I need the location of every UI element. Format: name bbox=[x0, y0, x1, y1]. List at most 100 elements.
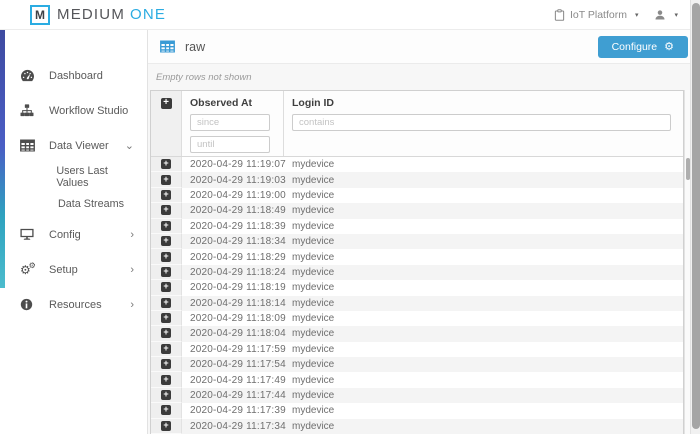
plus-icon: + bbox=[161, 421, 171, 431]
header-right: IoT Platform ▾ ▾ bbox=[554, 9, 678, 21]
observed-at-cell: 2020-04-29 11:19:03 bbox=[182, 175, 284, 186]
sidebar-item-dashboard[interactable]: Dashboard bbox=[0, 58, 147, 93]
login-id-cell: mydevice bbox=[284, 221, 683, 232]
expand-all-button[interactable]: + bbox=[151, 91, 182, 156]
observed-at-column-header: Observed At bbox=[182, 91, 284, 156]
expand-row-button[interactable]: + bbox=[151, 311, 182, 326]
sidebar-item-label: Data Viewer bbox=[49, 140, 109, 152]
expand-row-button[interactable]: + bbox=[151, 296, 182, 311]
brand-wordmark: MEDIUM ONE bbox=[57, 6, 166, 23]
login-id-cell: mydevice bbox=[284, 175, 683, 186]
expand-row-button[interactable]: + bbox=[151, 234, 182, 249]
window-scrollbar-track bbox=[690, 0, 700, 434]
expand-row-button[interactable]: + bbox=[151, 172, 182, 187]
since-filter-input[interactable] bbox=[190, 114, 270, 131]
expand-row-button[interactable]: + bbox=[151, 326, 182, 341]
sidebar-item-data-viewer[interactable]: Data Viewer ⌄ bbox=[0, 128, 147, 163]
observed-at-cell: 2020-04-29 11:18:19 bbox=[182, 282, 284, 293]
logo[interactable]: M MEDIUM ONE bbox=[30, 5, 166, 25]
observed-at-cell: 2020-04-29 11:18:09 bbox=[182, 313, 284, 324]
login-id-cell: mydevice bbox=[284, 313, 683, 324]
expand-row-button[interactable]: + bbox=[151, 219, 182, 234]
chevron-icon: › bbox=[130, 301, 134, 309]
login-id-cell: mydevice bbox=[284, 375, 683, 386]
expand-row-button[interactable]: + bbox=[151, 372, 182, 387]
plus-icon: + bbox=[161, 98, 172, 109]
login-id-cell: mydevice bbox=[284, 390, 683, 401]
expand-row-button[interactable]: + bbox=[151, 157, 182, 172]
plus-icon: + bbox=[161, 375, 171, 385]
sidebar-item-setup[interactable]: ⚙⚙ Setup › bbox=[0, 252, 147, 287]
page-title: raw bbox=[185, 40, 205, 54]
expand-row-button[interactable]: + bbox=[151, 280, 182, 295]
table-row: + 2020-04-29 11:19:00 mydevice bbox=[151, 188, 683, 203]
login-id-cell: mydevice bbox=[284, 236, 683, 247]
expand-row-button[interactable]: + bbox=[151, 203, 182, 218]
plus-icon: + bbox=[161, 221, 171, 231]
sidebar-item-data-streams[interactable]: Data Streams bbox=[0, 190, 147, 217]
table-row: + 2020-04-29 11:18:14 mydevice bbox=[151, 296, 683, 311]
contains-filter-input[interactable] bbox=[292, 114, 671, 131]
observed-at-cell: 2020-04-29 11:18:34 bbox=[182, 236, 284, 247]
sidebar-item-users-last-values[interactable]: Users Last Values bbox=[0, 163, 147, 190]
plus-icon: + bbox=[161, 390, 171, 400]
sidebar-item-config[interactable]: Config › bbox=[0, 217, 147, 252]
plus-icon: + bbox=[161, 405, 171, 415]
plus-icon: + bbox=[161, 359, 171, 369]
data-table: + Observed At Login ID + bbox=[150, 90, 684, 434]
sidebar-item-label: Resources bbox=[49, 299, 102, 311]
expand-row-button[interactable]: + bbox=[151, 265, 182, 280]
observed-at-cell: 2020-04-29 11:18:39 bbox=[182, 221, 284, 232]
logo-mark: M bbox=[30, 5, 50, 25]
expand-row-button[interactable]: + bbox=[151, 403, 182, 418]
sitemap-icon bbox=[20, 104, 36, 117]
table-body: + 2020-04-29 11:19:07 mydevice + 2020-04… bbox=[151, 157, 683, 434]
table-row: + 2020-04-29 11:19:03 mydevice bbox=[151, 172, 683, 187]
sidebar-item-label: Setup bbox=[49, 264, 78, 276]
login-id-cell: mydevice bbox=[284, 328, 683, 339]
observed-at-cell: 2020-04-29 11:18:04 bbox=[182, 328, 284, 339]
table-row: + 2020-04-29 11:17:59 mydevice bbox=[151, 342, 683, 357]
expand-row-button[interactable]: + bbox=[151, 342, 182, 357]
expand-row-button[interactable]: + bbox=[151, 357, 182, 372]
user-menu[interactable]: ▾ bbox=[654, 9, 678, 21]
login-id-cell: mydevice bbox=[284, 190, 683, 201]
table-header: + Observed At Login ID bbox=[151, 91, 683, 157]
sidebar: Dashboard Workflow Studio Data Viewer ⌄ bbox=[0, 30, 148, 434]
monitor-icon bbox=[20, 228, 36, 241]
plus-icon: + bbox=[161, 267, 171, 277]
sidebar-item-label: Dashboard bbox=[49, 70, 103, 82]
table-row: + 2020-04-29 11:18:49 mydevice bbox=[151, 203, 683, 218]
login-id-cell: mydevice bbox=[284, 267, 683, 278]
login-id-cell: mydevice bbox=[284, 421, 683, 432]
expand-row-button[interactable]: + bbox=[151, 249, 182, 264]
expand-row-button[interactable]: + bbox=[151, 419, 182, 434]
observed-at-cell: 2020-04-29 11:18:24 bbox=[182, 267, 284, 278]
login-id-cell: mydevice bbox=[284, 205, 683, 216]
plus-icon: + bbox=[161, 190, 171, 200]
login-id-cell: mydevice bbox=[284, 359, 683, 370]
sidebar-item-resources[interactable]: Resources › bbox=[0, 287, 147, 322]
sidebar-item-workflow-studio[interactable]: Workflow Studio bbox=[0, 93, 147, 128]
platform-selector[interactable]: IoT Platform ▾ bbox=[554, 9, 639, 21]
configure-button[interactable]: Configure ⚙ bbox=[598, 36, 688, 58]
until-filter-input[interactable] bbox=[190, 136, 270, 153]
observed-at-cell: 2020-04-29 11:17:49 bbox=[182, 375, 284, 386]
platform-label: IoT Platform bbox=[570, 9, 627, 21]
plus-icon: + bbox=[161, 298, 171, 308]
expand-row-button[interactable]: + bbox=[151, 388, 182, 403]
observed-at-cell: 2020-04-29 11:19:00 bbox=[182, 190, 284, 201]
expand-row-button[interactable]: + bbox=[151, 188, 182, 203]
login-id-cell: mydevice bbox=[284, 344, 683, 355]
plus-icon: + bbox=[161, 175, 171, 185]
window-scrollbar-thumb[interactable] bbox=[692, 3, 700, 429]
chevron-down-icon: ▾ bbox=[635, 11, 639, 19]
sidebar-item-label: Users Last Values bbox=[56, 165, 134, 189]
table-row: + 2020-04-29 11:17:54 mydevice bbox=[151, 357, 683, 372]
table-row: + 2020-04-29 11:17:49 mydevice bbox=[151, 372, 683, 387]
plus-icon: + bbox=[161, 252, 171, 262]
observed-at-cell: 2020-04-29 11:17:39 bbox=[182, 405, 284, 416]
table-row: + 2020-04-29 11:18:04 mydevice bbox=[151, 326, 683, 341]
login-id-column-header: Login ID bbox=[284, 91, 683, 156]
login-id-cell: mydevice bbox=[284, 282, 683, 293]
